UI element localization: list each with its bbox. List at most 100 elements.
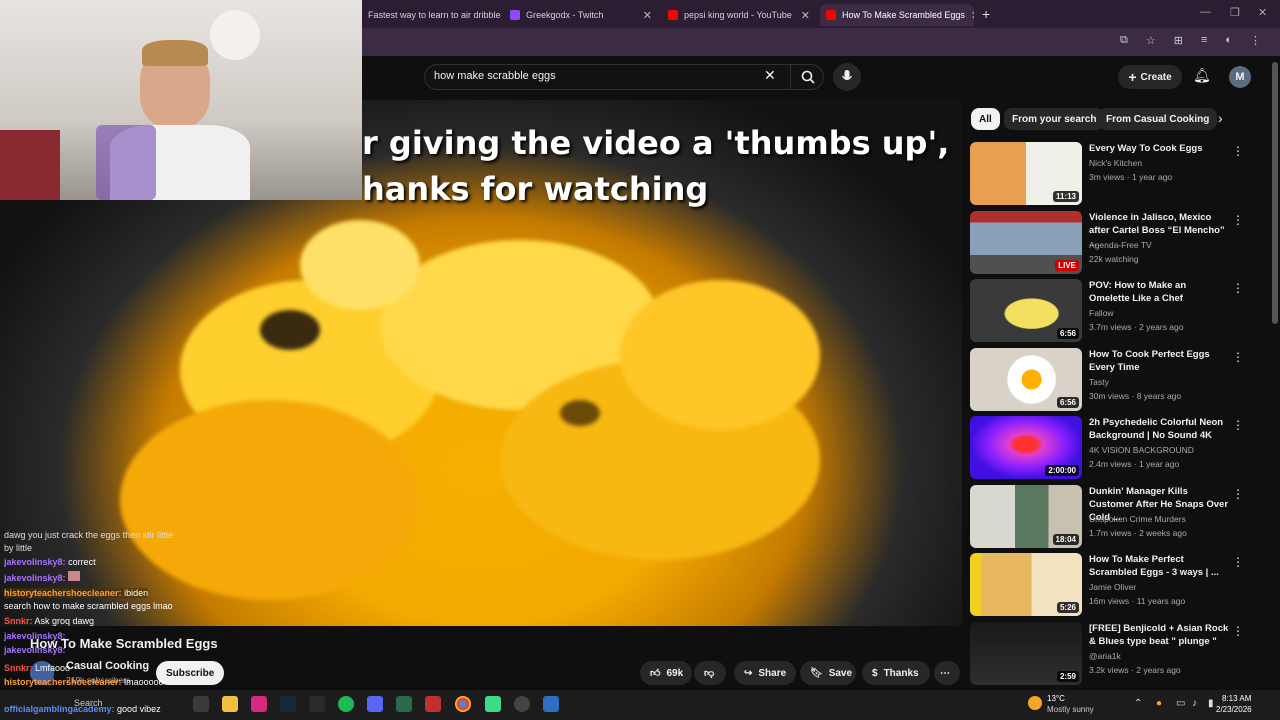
weather-desc[interactable]: Mostly sunny (1047, 705, 1094, 714)
more-options-icon[interactable]: ⋮ (1232, 144, 1244, 158)
chevron-right-icon[interactable]: › (1218, 110, 1223, 126)
tab-twitch[interactable]: Greekgodx - Twitch ✕ (504, 4, 658, 26)
maximize-icon[interactable]: ❐ (1230, 6, 1240, 19)
close-tab-icon[interactable]: ✕ (643, 9, 652, 22)
clock-date[interactable]: 2/23/2026 (1216, 705, 1252, 714)
recommendation-title[interactable]: POV: How to Make an Omelette Like a Chef (1089, 279, 1229, 305)
search-query[interactable]: how make scrabble eggs (434, 70, 556, 82)
battery-icon[interactable]: ▮ (1208, 698, 1214, 709)
emote-icon (68, 571, 81, 581)
dislike-button[interactable]: 👎︎ (694, 661, 726, 685)
close-tab-icon[interactable]: ✕ (971, 9, 974, 22)
profile-icon[interactable]: ◐ (1225, 34, 1232, 50)
more-options-icon[interactable]: ⋮ (1232, 487, 1244, 501)
recommendation-channel[interactable]: Fallow (1089, 308, 1114, 318)
app-icon[interactable] (425, 696, 441, 712)
tab-air-dribble[interactable]: Fastest way to learn to air dribble✕ (362, 4, 502, 26)
epic-games-icon[interactable] (309, 696, 325, 712)
recommendation-channel[interactable]: Nick's Kitchen (1089, 158, 1142, 168)
chip-all[interactable]: All (971, 108, 1000, 130)
more-options-icon[interactable]: ⋮ (1232, 213, 1244, 227)
more-options-icon[interactable]: ⋮ (1232, 555, 1244, 569)
video-thumbnail[interactable]: LIVE (970, 211, 1082, 274)
new-tab-button[interactable]: + (982, 6, 990, 22)
bookmark-star-icon[interactable]: ☆ (1146, 34, 1156, 50)
recommendation-channel[interactable]: Agenda-Free TV (1089, 240, 1152, 250)
notifications-bell-icon[interactable]: 🔔︎ (1193, 67, 1211, 84)
search-button[interactable] (790, 64, 825, 90)
avatar[interactable]: M (1229, 66, 1251, 88)
video-thumbnail[interactable]: 2:59 (970, 622, 1082, 685)
tab-scrambled-eggs[interactable]: How To Make Scrambled Eggs ✕ (820, 4, 974, 26)
discord-icon[interactable] (367, 696, 383, 712)
app-icon[interactable] (485, 696, 501, 712)
task-view-icon[interactable] (193, 696, 209, 712)
recommendation-channel[interactable]: @aria1k (1089, 651, 1121, 661)
save-button[interactable]: 🔖︎ Save (800, 661, 856, 685)
chip-from-casual-cooking[interactable]: From Casual Cooking (1098, 108, 1218, 130)
taskbar-search[interactable]: Search (74, 698, 103, 708)
video-thumbnail[interactable]: 6:56 (970, 279, 1082, 342)
stream-chat: dawg you just crack the eggs then stir l… (0, 530, 184, 690)
video-thumbnail[interactable]: 2:00:00 (970, 416, 1082, 479)
more-options-icon[interactable]: ⋮ (1232, 350, 1244, 364)
steam-icon[interactable] (280, 696, 296, 712)
reading-list-icon[interactable]: ≡ (1201, 34, 1207, 50)
recommendation-item[interactable]: 18:04 Dunkin' Manager Kills Customer Aft… (970, 485, 1270, 549)
close-window-icon[interactable]: ✕ (1258, 6, 1267, 19)
recommendation-title[interactable]: How To Cook Perfect Eggs Every Time (1089, 348, 1229, 374)
streamer-hair (142, 40, 208, 66)
cast-icon[interactable]: ⧉ (1120, 34, 1128, 50)
more-options-icon[interactable]: ⋮ (1232, 281, 1244, 295)
chip-from-your-search[interactable]: From your search (1004, 108, 1105, 130)
weather-temp[interactable]: 13°C (1047, 694, 1065, 703)
close-tab-icon[interactable]: ✕ (801, 9, 810, 22)
more-options-icon[interactable]: ⋮ (1232, 418, 1244, 432)
recommendation-item[interactable]: 2:00:00 2h Psychedelic Colorful Neon Bac… (970, 416, 1270, 480)
recommendation-channel[interactable]: Jamie Oliver (1089, 582, 1136, 592)
tab-pepsi-king[interactable]: pepsi king world - YouTube ✕ (662, 4, 816, 26)
voice-search-button[interactable] (833, 63, 861, 91)
like-button[interactable]: 👍︎ 69k (640, 661, 692, 685)
recommendation-title[interactable]: How To Make Perfect Scrambled Eggs - 3 w… (1089, 553, 1229, 579)
more-options-icon[interactable]: ⋮ (1232, 624, 1244, 638)
network-icon[interactable]: ▭ (1176, 698, 1185, 709)
video-thumbnail[interactable]: 6:56 (970, 348, 1082, 411)
clock-time[interactable]: 8:13 AM (1222, 694, 1251, 703)
recommendation-channel[interactable]: 4K VISION BACKGROUND (1089, 445, 1194, 455)
recommendation-channel[interactable]: Unspoken Crime Murders (1089, 514, 1186, 524)
menu-icon[interactable]: ⋮ (1250, 34, 1261, 50)
spotify-icon[interactable] (338, 696, 354, 712)
chrome-icon[interactable] (455, 696, 471, 712)
app-icon[interactable] (543, 696, 559, 712)
recommendation-item[interactable]: LIVE Violence in Jalisco, Mexico after C… (970, 211, 1270, 275)
recommendation-item[interactable]: 11:13 Every Way To Cook Eggs Nick's Kitc… (970, 142, 1270, 206)
scrollbar-thumb[interactable] (1272, 62, 1278, 324)
video-thumbnail[interactable]: 11:13 (970, 142, 1082, 205)
thanks-button[interactable]: $ Thanks (862, 661, 930, 685)
create-button[interactable]: + Create (1118, 65, 1182, 89)
minimize-icon[interactable]: — (1200, 6, 1211, 18)
chat-message: historyteachershoecleaner: lmaooooo (4, 677, 164, 687)
share-button[interactable]: ↪ Share (734, 661, 796, 685)
recommendation-title[interactable]: [FREE] Benjicold + Asian Rock & Blues ty… (1089, 622, 1229, 648)
recommendation-channel[interactable]: Tasty (1089, 377, 1109, 387)
recommendation-title[interactable]: Every Way To Cook Eggs (1089, 142, 1229, 155)
instagram-icon[interactable] (251, 696, 267, 712)
file-explorer-icon[interactable] (222, 696, 238, 712)
app-icon[interactable] (396, 696, 412, 712)
microphone-icon[interactable]: ● (1156, 698, 1162, 709)
video-thumbnail[interactable]: 18:04 (970, 485, 1082, 548)
recommendation-item[interactable]: 6:56 POV: How to Make an Omelette Like a… (970, 279, 1270, 343)
clear-search-icon[interactable]: ✕ (764, 67, 776, 84)
chevron-up-icon[interactable]: ⌃ (1134, 698, 1142, 709)
recommendation-title[interactable]: 2h Psychedelic Colorful Neon Background … (1089, 416, 1229, 442)
more-actions-button[interactable]: ⋯ (934, 661, 960, 685)
recommendation-item[interactable]: 6:56 How To Cook Perfect Eggs Every Time… (970, 348, 1270, 412)
video-thumbnail[interactable]: 5:26 (970, 553, 1082, 616)
recommendation-item[interactable]: 2:59 [FREE] Benjicold + Asian Rock & Blu… (970, 622, 1270, 686)
extensions-icon[interactable]: ⊞ (1174, 34, 1183, 50)
recommendation-item[interactable]: 5:26 How To Make Perfect Scrambled Eggs … (970, 553, 1270, 617)
app-icon[interactable] (514, 696, 530, 712)
volume-icon[interactable]: ♪ (1192, 698, 1197, 709)
